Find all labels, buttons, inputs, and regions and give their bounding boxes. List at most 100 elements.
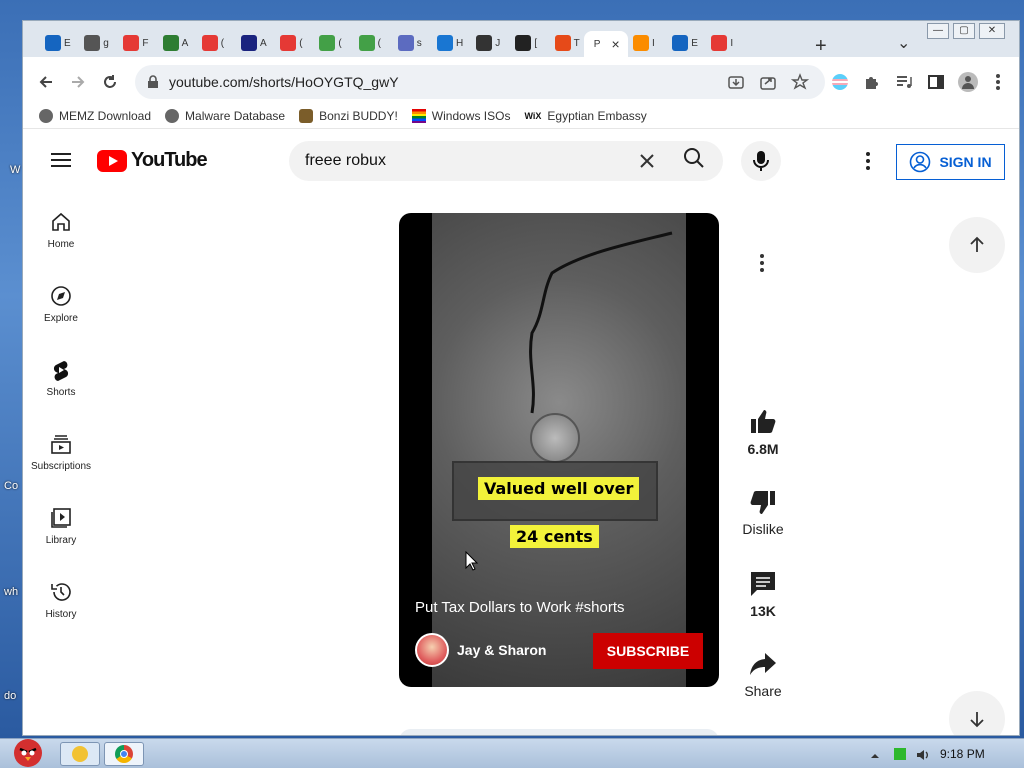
install-app-button[interactable]	[723, 69, 749, 95]
bookmark-windows-isos[interactable]: Windows ISOs	[411, 108, 510, 123]
tab-search-button[interactable]: ⌄	[897, 33, 910, 53]
voice-search-button[interactable]	[741, 141, 781, 181]
video-caption-2: 24 cents	[510, 525, 599, 548]
clear-search-icon[interactable]	[639, 149, 655, 175]
history-icon	[51, 582, 71, 601]
tab-favicon-icon	[437, 35, 453, 51]
share-page-icon	[760, 77, 776, 90]
puzzle-icon	[866, 77, 878, 89]
extension-button[interactable]	[827, 69, 853, 95]
tab-title: F	[142, 37, 149, 49]
media-control-button[interactable]	[891, 69, 917, 95]
library-icon	[51, 507, 71, 528]
like-button[interactable]: 6.8M	[729, 407, 797, 457]
tray-expand-icon[interactable]	[870, 748, 882, 760]
sidebar-item-library[interactable]: Library	[23, 489, 99, 563]
browser-tab[interactable]: A	[153, 29, 193, 57]
video-caption-1: Valued well over	[478, 477, 640, 500]
short-video-player[interactable]: Valued well over 24 cents Put Tax Dollar…	[399, 213, 719, 687]
next-short-preview[interactable]	[399, 729, 719, 735]
browser-tab[interactable]: I	[623, 29, 663, 57]
youtube-logo[interactable]: YouTube	[97, 149, 208, 172]
browser-tab[interactable]: H	[427, 29, 467, 57]
browser-tab[interactable]: J	[466, 29, 506, 57]
window-close-button[interactable]: ✕	[979, 23, 1005, 39]
share-button[interactable]: Share	[729, 649, 797, 699]
browser-menu-button[interactable]	[985, 69, 1011, 95]
browser-tab[interactable]: (	[270, 29, 310, 57]
browser-tab[interactable]: (	[309, 29, 349, 57]
dislike-button[interactable]: Dislike	[729, 487, 797, 537]
sidebar-item-label: Subscriptions	[30, 460, 92, 472]
share-page-button[interactable]	[755, 69, 781, 95]
profile-button[interactable]	[955, 69, 981, 95]
channel-avatar	[415, 633, 449, 667]
browser-tab[interactable]: E	[662, 29, 702, 57]
browser-tab[interactable]: T	[545, 29, 585, 57]
browser-tab[interactable]: E	[35, 29, 75, 57]
search-icon	[684, 148, 704, 168]
bookmark-malware-database[interactable]: Malware Database	[165, 108, 285, 123]
tab-title: [	[534, 37, 538, 49]
search-value: freee robux	[305, 152, 386, 169]
browser-window: — ▢ ✕ + ⌄ Eg F A(A(((s H J[T P × I E I youtube.co…	[22, 20, 1020, 736]
browser-tab[interactable]: g	[74, 29, 114, 57]
chrome-icon	[115, 745, 133, 763]
sidebar-item-explore[interactable]: Explore	[23, 267, 99, 341]
maximize-button[interactable]: ▢	[953, 23, 975, 39]
settings-more-button[interactable]	[865, 151, 871, 171]
taskbar-clock[interactable]: 9:18 PM	[940, 747, 985, 761]
new-tab-button[interactable]: +	[815, 35, 827, 58]
bookmark-egyptian-embassy[interactable]: WiX Egyptian Embassy	[524, 109, 646, 123]
tab-title: I	[652, 37, 655, 49]
taskbar-app-chrome[interactable]	[104, 742, 144, 766]
desktop-text-fragment: wh	[4, 586, 19, 598]
browser-tab[interactable]: I	[701, 29, 741, 57]
browser-tab[interactable]: P ×	[583, 31, 628, 57]
browser-tab[interactable]: (	[192, 29, 232, 57]
comments-button[interactable]: 13K	[729, 569, 797, 619]
channel-link[interactable]: Jay & Sharon	[415, 633, 546, 667]
arrow-left-icon	[39, 76, 52, 88]
volume-icon[interactable]	[916, 748, 928, 760]
microphone-icon	[753, 151, 769, 171]
subscribe-button[interactable]: SUBSCRIBE	[593, 633, 703, 669]
thumbs-down-icon	[750, 491, 775, 514]
reload-icon	[104, 75, 116, 88]
extensions-menu-button[interactable]	[859, 69, 885, 95]
browser-tab[interactable]: F	[113, 29, 153, 57]
bookmark-bonzi-buddy[interactable]: Bonzi BUDDY!	[299, 108, 398, 123]
sidebar-item-subscriptions[interactable]: Subscriptions	[23, 415, 99, 489]
browser-tab[interactable]: s	[388, 29, 428, 57]
tab-title: g	[103, 37, 109, 49]
tab-favicon-icon	[162, 35, 179, 51]
sidebar-item-home[interactable]: Home	[23, 193, 99, 267]
short-more-button[interactable]	[759, 253, 765, 273]
browser-tab[interactable]: A	[231, 29, 271, 57]
minimize-button[interactable]: —	[927, 23, 949, 39]
hamburger-menu-icon[interactable]	[51, 153, 71, 167]
browser-tab[interactable]: [	[505, 29, 545, 57]
forward-button[interactable]	[65, 69, 91, 95]
previous-short-button[interactable]	[949, 217, 1005, 273]
address-bar[interactable]: youtube.com/shorts/HoOYGTQ_gwY	[135, 65, 825, 99]
sidebar-item-history[interactable]: History	[23, 563, 99, 637]
start-button[interactable]	[6, 733, 50, 768]
tab-close-button[interactable]: ×	[611, 36, 619, 52]
bookmark-star-button[interactable]	[787, 69, 813, 95]
tab-favicon-icon	[280, 35, 297, 51]
home-icon	[52, 212, 70, 231]
side-panel-button[interactable]	[923, 69, 949, 95]
bookmark-memz-download[interactable]: MEMZ Download	[39, 108, 151, 123]
browser-tab[interactable]: (	[349, 29, 389, 57]
tab-title: T	[573, 37, 580, 49]
search-input[interactable]: freee robux	[289, 141, 723, 181]
next-short-button[interactable]	[949, 691, 1005, 735]
sign-in-button[interactable]: SIGN IN	[896, 144, 1005, 180]
search-button[interactable]	[683, 147, 707, 171]
back-button[interactable]	[33, 69, 59, 95]
reload-button[interactable]	[97, 69, 123, 95]
sidebar-item-shorts[interactable]: Shorts	[23, 341, 99, 415]
taskbar-app-explorer[interactable]	[60, 742, 100, 766]
network-icon[interactable]	[894, 748, 906, 760]
